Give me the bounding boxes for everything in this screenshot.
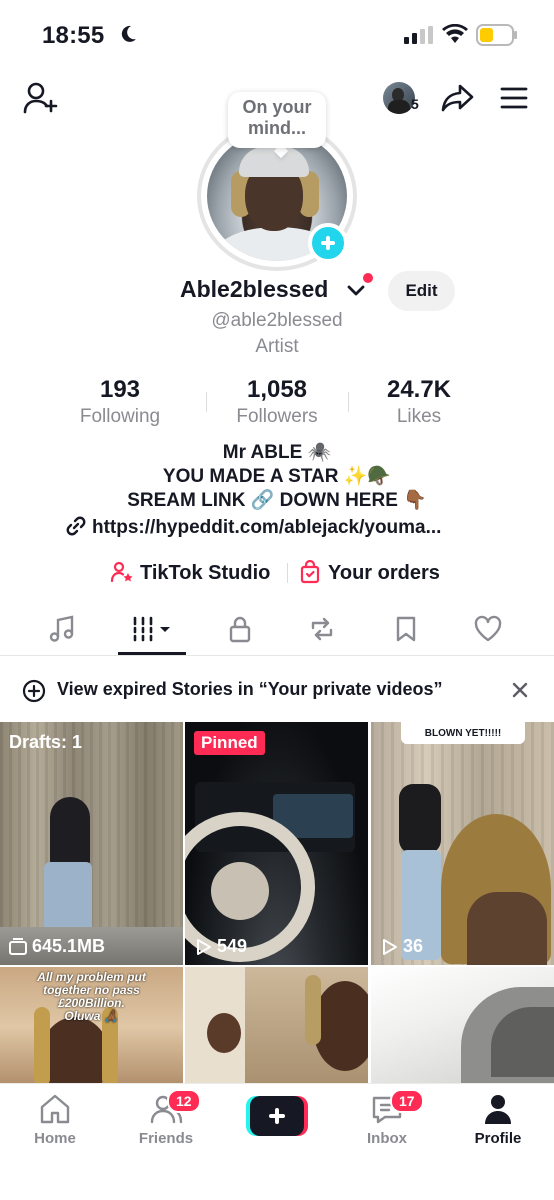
status-bar: 18:55 bbox=[0, 0, 554, 72]
video-thumbnail-6[interactable] bbox=[371, 967, 554, 1087]
add-friend-icon[interactable] bbox=[22, 80, 58, 116]
nav-inbox-label: Inbox bbox=[367, 1130, 407, 1147]
heart-icon bbox=[474, 615, 502, 642]
pinned-badge: Pinned bbox=[194, 731, 265, 755]
tab-private[interactable] bbox=[210, 606, 270, 652]
close-icon[interactable] bbox=[510, 680, 530, 700]
video-views: 549 bbox=[194, 936, 247, 957]
create-button[interactable] bbox=[246, 1096, 308, 1136]
stat-label: Likes bbox=[396, 406, 442, 427]
tab-reposts[interactable] bbox=[292, 606, 352, 652]
nav-friends-label: Friends bbox=[138, 1130, 194, 1147]
tab-videos[interactable] bbox=[122, 606, 182, 652]
profile-viewers-count: 5 bbox=[411, 96, 419, 112]
studio-icon bbox=[110, 561, 133, 583]
banner-text: View expired Stories in “Your private vi… bbox=[57, 679, 443, 699]
story-plus-icon bbox=[22, 679, 46, 703]
friends-badge: 12 bbox=[167, 1089, 201, 1113]
plus-icon bbox=[250, 1096, 304, 1136]
video-thumbnail-4[interactable]: All my problem put together no pass £200… bbox=[0, 967, 183, 1087]
content-tabs bbox=[0, 606, 554, 656]
orders-label: Your orders bbox=[328, 562, 440, 584]
stat-value: 1,058 bbox=[246, 376, 308, 403]
bookmark-icon bbox=[396, 616, 416, 642]
play-icon bbox=[197, 938, 211, 955]
folder-icon bbox=[9, 937, 27, 955]
drafts-size: 645.1MB bbox=[9, 936, 105, 957]
studio-label: TikTok Studio bbox=[140, 562, 271, 584]
video-thumbnail-5[interactable] bbox=[185, 967, 368, 1087]
video-views-count: 36 bbox=[403, 936, 424, 956]
music-note-icon bbox=[49, 615, 74, 642]
video-views: 36 bbox=[380, 936, 423, 957]
bottom-navigation: Home Friends 12 Inbox 17 Profile bbox=[0, 1083, 554, 1200]
link-icon bbox=[66, 516, 86, 536]
repost-icon bbox=[311, 617, 333, 641]
bio-link-text: https://hypeddit.com/ablejack/youma... bbox=[92, 517, 442, 538]
profile-name[interactable]: Able2blessed bbox=[180, 276, 328, 303]
video-thumbnail-drafts[interactable]: Drafts: 1 645.1MB bbox=[0, 722, 183, 965]
moon-icon bbox=[121, 25, 136, 42]
profile-category: Artist bbox=[255, 336, 299, 357]
nav-profile[interactable]: Profile bbox=[453, 1092, 543, 1147]
bio-line-2: YOU MADE A STAR ✨🪖 bbox=[162, 466, 392, 487]
on-your-mind-bubble[interactable]: On your mind... bbox=[228, 92, 326, 148]
nav-inbox[interactable]: Inbox 17 bbox=[342, 1089, 432, 1147]
bubble-line-1: On your bbox=[242, 97, 312, 117]
nav-friends[interactable]: Friends 12 bbox=[121, 1089, 211, 1147]
tab-favorites[interactable] bbox=[376, 606, 436, 652]
play-icon bbox=[383, 938, 397, 955]
stat-value: 193 bbox=[99, 376, 141, 403]
cellular-signal-icon bbox=[404, 26, 433, 44]
tiktok-studio-button[interactable]: TikTok Studio bbox=[110, 560, 270, 585]
share-icon[interactable] bbox=[440, 80, 476, 116]
tab-liked[interactable] bbox=[458, 606, 518, 652]
video-overlay-line-4: Oluwa 🙏🏾 bbox=[64, 1009, 119, 1023]
stat-value: 24.7K bbox=[386, 376, 452, 403]
video-caption: BLOWN YET!!!!! bbox=[401, 722, 525, 744]
stat-followers[interactable]: 1,058 Followers bbox=[207, 376, 347, 428]
nav-home[interactable]: Home bbox=[10, 1092, 100, 1147]
status-time: 18:55 bbox=[42, 22, 105, 49]
edit-profile-button[interactable]: Edit bbox=[388, 271, 455, 311]
video-thumbnail-pinned[interactable]: Pinned 549 bbox=[185, 722, 368, 965]
expired-stories-banner[interactable]: View expired Stories in “Your private vi… bbox=[0, 668, 554, 712]
shopping-bag-icon bbox=[300, 560, 320, 584]
add-story-plus-icon[interactable] bbox=[308, 223, 348, 263]
lock-icon bbox=[229, 616, 251, 643]
stat-following[interactable]: 193 Following bbox=[50, 376, 190, 428]
bio-line-3: SREAM LINK 🔗 DOWN HERE 👇🏾 bbox=[127, 490, 427, 511]
grid-videos-icon bbox=[133, 616, 170, 642]
bubble-line-2: mind... bbox=[248, 118, 306, 138]
drafts-label: Drafts: 1 bbox=[9, 732, 83, 752]
menu-icon[interactable] bbox=[498, 82, 530, 114]
nav-home-label: Home bbox=[34, 1130, 76, 1147]
your-orders-button[interactable]: Your orders bbox=[298, 560, 440, 585]
chevron-down-icon[interactable] bbox=[346, 282, 366, 300]
video-views-count: 549 bbox=[217, 936, 248, 956]
inbox-badge: 17 bbox=[390, 1089, 424, 1113]
home-icon bbox=[40, 1094, 70, 1124]
wifi-icon bbox=[442, 24, 468, 43]
bio-link[interactable]: https://hypeddit.com/ablejack/youma... bbox=[66, 516, 441, 539]
battery-icon bbox=[476, 24, 517, 46]
nav-profile-label: Profile bbox=[474, 1130, 522, 1147]
profile-icon bbox=[485, 1095, 511, 1124]
bio-line-1: Mr ABLE 🕷️ bbox=[222, 442, 332, 463]
profile-handle: @able2blessed bbox=[211, 310, 343, 331]
notification-dot bbox=[363, 273, 373, 283]
video-thumbnail-3[interactable]: BLOWN YET!!!!! 36 bbox=[371, 722, 554, 965]
stat-label: Followers bbox=[236, 406, 318, 427]
stat-label: Following bbox=[79, 406, 161, 427]
stat-likes[interactable]: 24.7K Likes bbox=[349, 376, 489, 428]
tab-music[interactable] bbox=[32, 606, 92, 652]
drafts-size-text: 645.1MB bbox=[32, 936, 106, 956]
